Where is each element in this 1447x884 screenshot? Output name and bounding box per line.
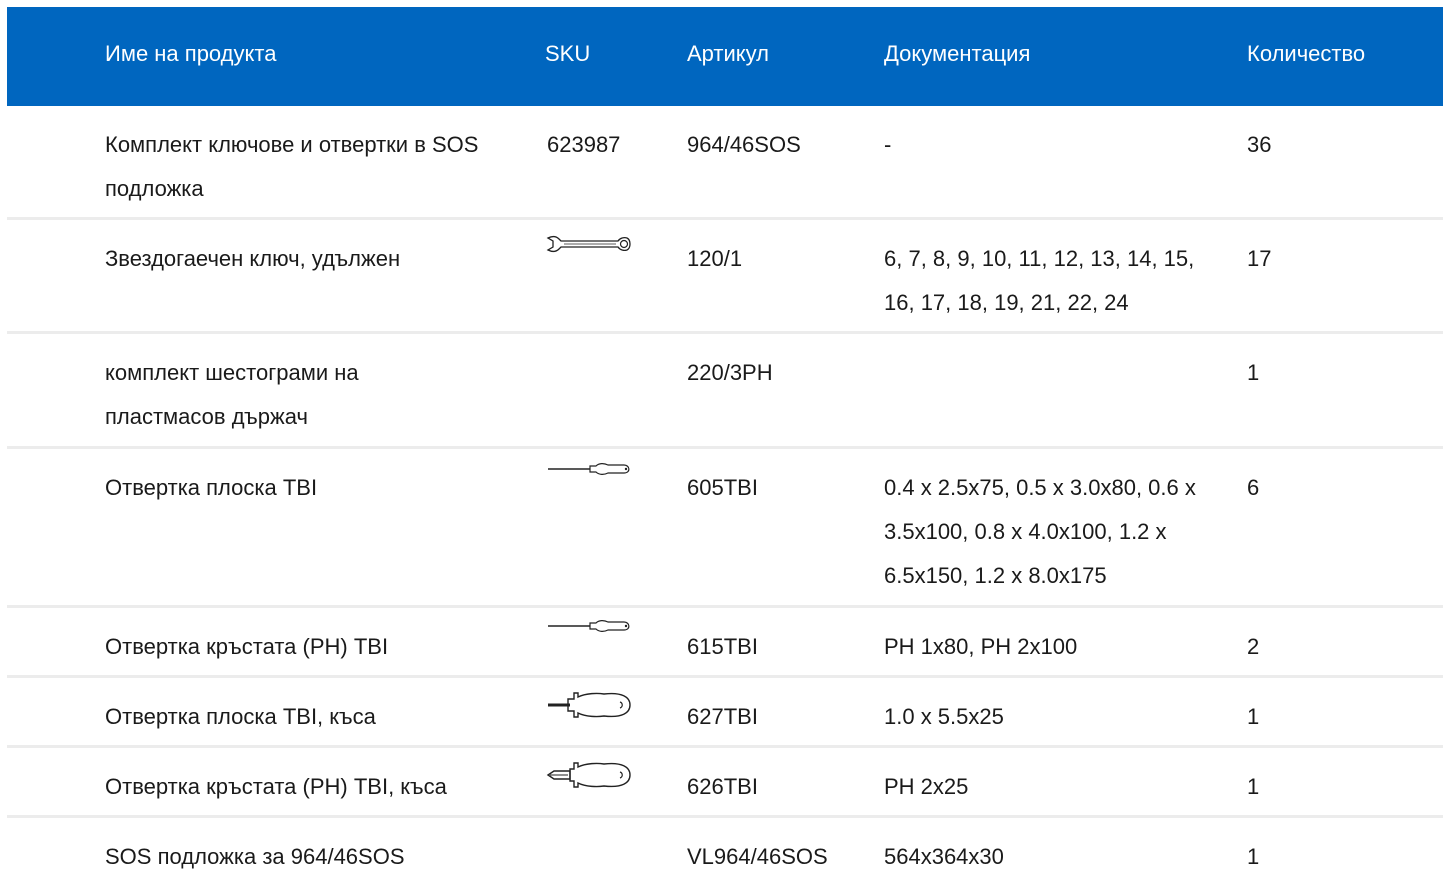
product-article: 627TBI — [687, 704, 758, 729]
product-sku: 623987 — [547, 132, 621, 157]
product-documentation: 1.0 x 5.5x25 — [884, 704, 1004, 729]
header-quantity[interactable]: Количество — [1247, 40, 1397, 68]
product-name: Звездогаечен ключ, удължен — [105, 246, 401, 271]
product-quantity: 1 — [1247, 360, 1260, 385]
product-name: Отвертка плоска TBI, къса — [105, 704, 376, 729]
header-product-name[interactable]: Име на продукта — [105, 40, 505, 68]
flat-screwdriver-icon — [548, 463, 630, 475]
product-quantity: 6 — [1247, 475, 1260, 500]
product-quantity: 1 — [1247, 844, 1260, 869]
product-quantity: 1 — [1247, 704, 1260, 729]
header-documentation[interactable]: Документация — [884, 40, 1214, 68]
table-row: Отвертка кръстата (PH) TBI 615TBI PH 1x8… — [7, 608, 1443, 678]
table-header: Име на продукта SKU Артикул Документация… — [7, 7, 1443, 106]
table-row: Комплект ключове и отвертки в SOS подлож… — [7, 106, 1443, 220]
product-name: Отвертка кръстата (PH) TBI, къса — [105, 774, 447, 799]
table-row: Отвертка кръстата (PH) TBI, къса 626TBI … — [7, 748, 1443, 818]
product-article: 120/1 — [687, 246, 743, 271]
product-article: 220/3PH — [687, 360, 773, 385]
product-name: Отвертка плоска TBI — [105, 475, 318, 500]
table-row: Отвертка плоска TBI, къса 627TBI 1.0 x 5… — [7, 678, 1443, 748]
table-row: SOS подложка за 964/46SOS VL964/46SOS 56… — [7, 818, 1443, 884]
product-quantity: 2 — [1247, 634, 1260, 659]
combination-wrench-icon — [546, 235, 631, 253]
header-article[interactable]: Артикул — [687, 40, 867, 68]
stubby-phillips-screwdriver-icon — [546, 762, 631, 788]
stubby-flat-screwdriver-icon — [548, 692, 631, 718]
product-documentation: 6, 7, 8, 9, 10, 11, 12, 13, 14, 15, 16, … — [884, 246, 1195, 315]
product-name: комплект шестограми на пластмасов държач — [105, 360, 359, 429]
product-name: Отвертка кръстата (PH) TBI — [105, 634, 389, 659]
product-article: 605TBI — [687, 475, 758, 500]
table-row: комплект шестограми на пластмасов държач… — [7, 334, 1443, 449]
product-article: 964/46SOS — [687, 132, 801, 157]
phillips-screwdriver-icon — [548, 620, 630, 632]
product-article: VL964/46SOS — [687, 844, 828, 869]
table-row: Звездогаечен ключ, удължен 120/1 6, 7, 8… — [7, 220, 1443, 334]
product-article: 615TBI — [687, 634, 758, 659]
product-documentation: PH 1x80, PH 2x100 — [884, 634, 1078, 659]
table-row: Отвертка плоска TBI 605TBI 0.4 x 2.5x75,… — [7, 449, 1443, 608]
product-documentation: 0.4 x 2.5x75, 0.5 x 3.0x80, 0.6 x 3.5x10… — [884, 475, 1196, 588]
product-name: SOS подложка за 964/46SOS — [105, 844, 405, 869]
product-documentation: 564x364x30 — [884, 844, 1004, 869]
product-documentation: PH 2x25 — [884, 774, 969, 799]
header-sku[interactable]: SKU — [545, 40, 665, 68]
product-name: Комплект ключове и отвертки в SOS подлож… — [105, 132, 479, 201]
product-documentation: - — [884, 132, 892, 157]
product-quantity: 36 — [1247, 132, 1272, 157]
product-quantity: 17 — [1247, 246, 1272, 271]
product-table: Име на продукта SKU Артикул Документация… — [7, 7, 1443, 884]
product-article: 626TBI — [687, 774, 758, 799]
product-quantity: 1 — [1247, 774, 1260, 799]
